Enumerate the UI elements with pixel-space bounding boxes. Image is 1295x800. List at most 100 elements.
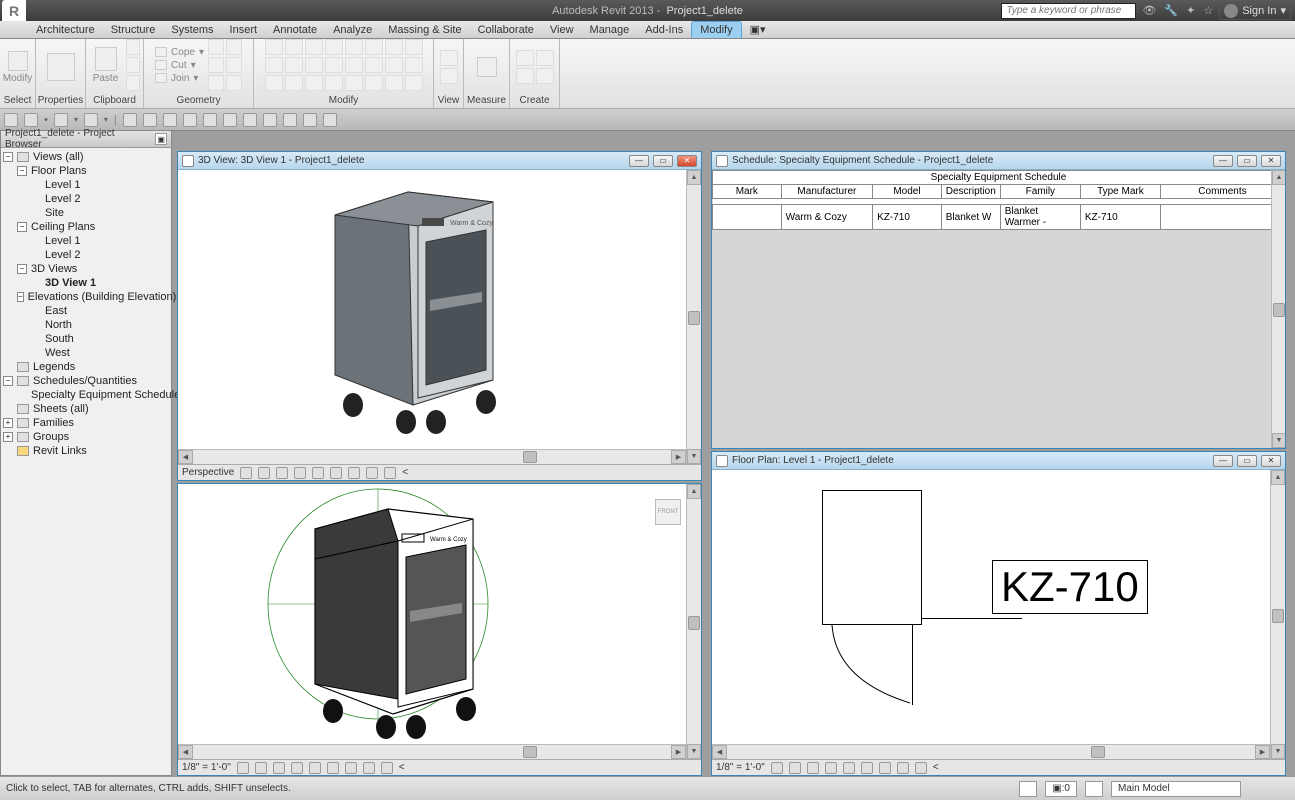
tab-massing-site[interactable]: Massing & Site (380, 21, 469, 38)
tab-analyze[interactable]: Analyze (325, 21, 380, 38)
tree-floor-plans[interactable]: −Floor Plans (3, 164, 169, 178)
tree-groups[interactable]: +Groups (3, 430, 169, 444)
scrollbar-vertical[interactable]: ▲▼ (686, 170, 701, 464)
tree-families[interactable]: +Families (3, 416, 169, 430)
vfoot-icon[interactable] (255, 762, 267, 774)
qat-icon[interactable] (203, 113, 217, 127)
vfoot-icon[interactable] (861, 762, 873, 774)
close-button[interactable]: ✕ (1261, 455, 1281, 467)
status-icon[interactable] (1019, 781, 1037, 797)
vfoot-icon[interactable] (258, 467, 270, 479)
vfoot-icon[interactable] (384, 467, 396, 479)
vfoot-icon[interactable] (273, 762, 285, 774)
tab-modify[interactable]: Modify (691, 21, 741, 38)
vfoot-icon[interactable] (807, 762, 819, 774)
cope-button[interactable]: Cope ▾ (155, 47, 204, 58)
vfoot-icon[interactable] (312, 467, 324, 479)
vfoot-icon[interactable] (771, 762, 783, 774)
qat-icon[interactable] (263, 113, 277, 127)
match-icon[interactable] (126, 75, 140, 91)
tree-elev-east[interactable]: East (3, 304, 169, 318)
vfoot-icon[interactable] (897, 762, 909, 774)
subscription-icon[interactable]: ✦ (1184, 4, 1197, 17)
tab-manage[interactable]: Manage (582, 21, 638, 38)
measure-button[interactable] (471, 45, 503, 89)
qat-icon[interactable] (163, 113, 177, 127)
vfoot-icon[interactable] (330, 467, 342, 479)
tab-view[interactable]: View (542, 21, 582, 38)
scrollbar-horizontal[interactable]: ◀▶ (178, 449, 686, 464)
close-button[interactable]: ✕ (677, 155, 697, 167)
tree-ceiling-plans[interactable]: −Ceiling Plans (3, 220, 169, 234)
tree-3d-view-1[interactable]: 3D View 1 (3, 276, 169, 290)
tab-insert[interactable]: Insert (222, 21, 266, 38)
filter-icon[interactable] (1085, 781, 1103, 797)
tree-schedules[interactable]: −Schedules/Quantities (3, 374, 169, 388)
signin-button[interactable]: Sign In ▾ (1219, 2, 1291, 20)
vfoot-icon[interactable] (915, 762, 927, 774)
tab-systems[interactable]: Systems (163, 21, 221, 38)
open-icon[interactable] (4, 113, 18, 127)
qat-icon[interactable] (223, 113, 237, 127)
cut-icon[interactable] (126, 39, 140, 55)
tab-add-ins[interactable]: Add-Ins (637, 21, 691, 38)
favorite-icon[interactable]: ☆ (1201, 4, 1215, 17)
tree-fp-site[interactable]: Site (3, 206, 169, 220)
vfoot-icon[interactable] (789, 762, 801, 774)
tree-cp-level1[interactable]: Level 1 (3, 234, 169, 248)
tree-fp-level2[interactable]: Level 2 (3, 192, 169, 206)
tree-views-root[interactable]: −Views (all) (3, 150, 169, 164)
vfoot-icon[interactable] (309, 762, 321, 774)
col-typemark[interactable]: Type Mark (1080, 185, 1160, 199)
undo-icon[interactable] (54, 113, 68, 127)
col-mark[interactable]: Mark (713, 185, 782, 199)
save-icon[interactable] (24, 113, 38, 127)
viewcube[interactable]: FRONT (655, 499, 681, 525)
floorplan-canvas[interactable]: KZ-710 (712, 470, 1285, 759)
vfoot-icon[interactable] (825, 762, 837, 774)
tab-architecture[interactable]: Architecture (28, 21, 103, 38)
qat-icon[interactable] (323, 113, 337, 127)
scrollbar-vertical[interactable]: ▲▼ (1271, 170, 1285, 448)
paste-button[interactable]: Paste (90, 43, 122, 87)
scrollbar-vertical[interactable]: ▲▼ (1270, 470, 1285, 759)
tab-options[interactable]: ▣▾ (742, 21, 774, 38)
maximize-button[interactable]: ▭ (1237, 455, 1257, 467)
col-description[interactable]: Description (941, 185, 1000, 199)
tree-sched-item[interactable]: Specialty Equipment Schedule (3, 388, 169, 402)
qat-icon[interactable] (303, 113, 317, 127)
qat-icon[interactable] (143, 113, 157, 127)
tree-elev-west[interactable]: West (3, 346, 169, 360)
vfoot-icon[interactable] (276, 467, 288, 479)
vfoot-icon[interactable] (291, 762, 303, 774)
tree-fp-level1[interactable]: Level 1 (3, 178, 169, 192)
tree-legends[interactable]: Legends (3, 360, 169, 374)
scrollbar-vertical[interactable]: ▲▼ (686, 484, 701, 759)
tree-elev-south[interactable]: South (3, 332, 169, 346)
col-model[interactable]: Model (873, 185, 942, 199)
select-button[interactable]: Modify (2, 45, 34, 89)
scrollbar-horizontal[interactable]: ◀▶ (178, 744, 686, 759)
qat-icon[interactable] (183, 113, 197, 127)
close-button[interactable]: ✕ (1261, 155, 1281, 167)
tree-3d-views[interactable]: −3D Views (3, 262, 169, 276)
vfoot-icon[interactable] (240, 467, 252, 479)
tree-elev-north[interactable]: North (3, 318, 169, 332)
tab-collaborate[interactable]: Collaborate (470, 21, 542, 38)
tab-annotate[interactable]: Annotate (265, 21, 325, 38)
app-logo[interactable]: R (2, 0, 26, 21)
col-manufacturer[interactable]: Manufacturer (781, 185, 873, 199)
scrollbar-horizontal[interactable]: ◀▶ (712, 744, 1270, 759)
vfoot-icon[interactable] (843, 762, 855, 774)
vfoot-icon[interactable] (348, 467, 360, 479)
binoculars-icon[interactable]: 👁 (1140, 4, 1158, 17)
join-button[interactable]: Join ▾ (155, 73, 204, 84)
maximize-button[interactable]: ▭ (1237, 155, 1257, 167)
redo-icon[interactable] (84, 113, 98, 127)
workset-selector[interactable]: Main Model (1111, 781, 1241, 797)
tree-elevations[interactable]: −Elevations (Building Elevation) (3, 290, 169, 304)
col-comments[interactable]: Comments (1160, 185, 1284, 199)
keys-icon[interactable]: 🔧 (1162, 4, 1180, 17)
qat-icon[interactable] (243, 113, 257, 127)
copy-icon[interactable] (126, 57, 140, 73)
